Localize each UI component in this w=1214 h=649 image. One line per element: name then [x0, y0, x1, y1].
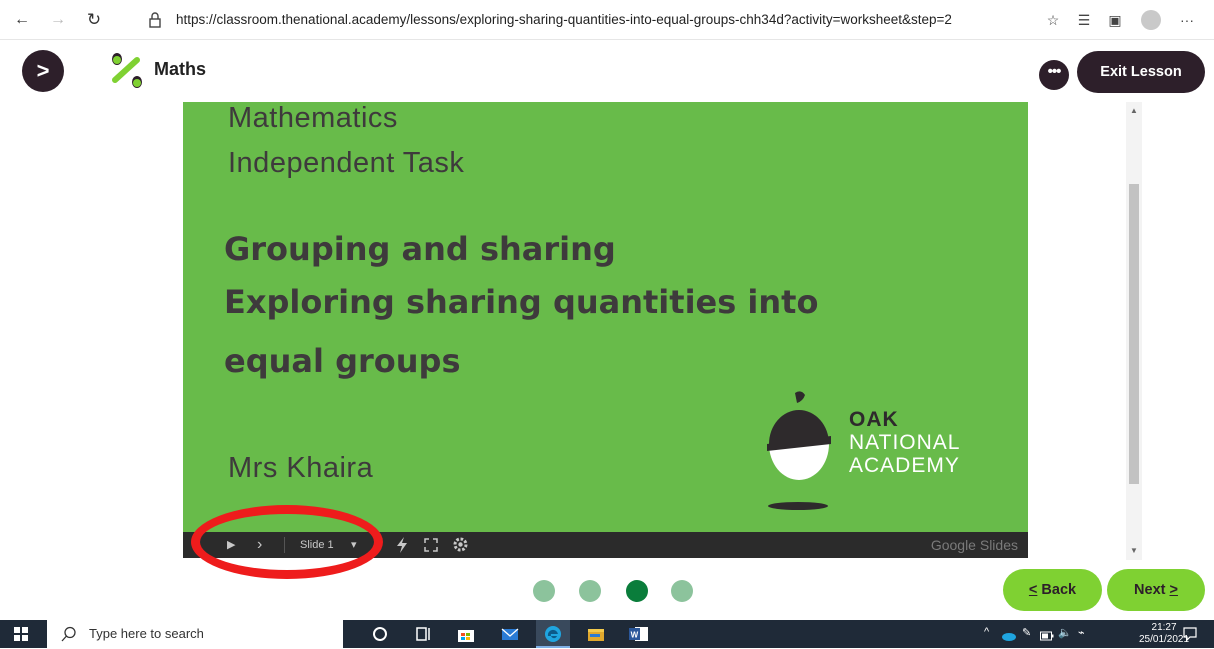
vertical-scrollbar[interactable]: ▲ ▼	[1126, 102, 1142, 560]
open-menu-button[interactable]: >	[22, 50, 64, 92]
chevron-right-icon: >	[1169, 582, 1178, 598]
pager-dot[interactable]	[579, 580, 601, 602]
windows-start-icon[interactable]	[14, 627, 28, 646]
windows-taskbar: Type here to search W ^ ✎ 🔈 ⌁ 21:27 25/0…	[0, 620, 1214, 648]
pager-dot[interactable]	[533, 580, 555, 602]
back-arrow-icon[interactable]: ←	[12, 10, 32, 30]
pager-dot[interactable]	[671, 580, 693, 602]
pen-icon[interactable]: ✎	[1022, 626, 1031, 639]
word-icon[interactable]: W	[628, 624, 648, 644]
cortana-icon[interactable]	[370, 624, 390, 644]
maths-subject-icon	[107, 48, 149, 90]
slide-teacher-name: Mrs Khaira	[228, 452, 374, 484]
onedrive-icon[interactable]	[1001, 628, 1017, 646]
chevron-left-icon: <	[1028, 582, 1038, 598]
gear-icon[interactable]	[452, 536, 469, 558]
refresh-icon[interactable]: ↻	[84, 10, 104, 30]
collections-icon[interactable]: ▣	[1106, 11, 1124, 29]
slide-title-line-1: Grouping and sharing	[224, 230, 616, 268]
scroll-thumb[interactable]	[1129, 184, 1139, 484]
settings-more-icon[interactable]: ···	[1178, 11, 1196, 29]
oak-academy-wordmark: OAK NATIONAL ACADEMY	[849, 408, 961, 477]
edge-browser-icon[interactable]	[543, 624, 563, 644]
slide-subject-line: Mathematics	[228, 102, 398, 134]
notifications-icon[interactable]	[1182, 626, 1198, 647]
mail-icon[interactable]	[500, 624, 520, 644]
file-explorer-icon[interactable]	[586, 624, 606, 644]
taskbar-search-box[interactable]: Type here to search	[47, 620, 343, 648]
scroll-down-icon[interactable]: ▼	[1130, 546, 1138, 555]
google-slides-brand: Google Slides	[930, 537, 1018, 553]
more-options-button[interactable]: •••	[1039, 60, 1069, 90]
next-button[interactable]: Next >	[1107, 569, 1205, 611]
oak-acorn-logo	[761, 389, 835, 522]
fullscreen-icon[interactable]	[424, 538, 438, 557]
chevron-up-icon[interactable]: ^	[984, 626, 989, 638]
slide-canvas: Mathematics Independent Task Grouping an…	[183, 102, 1028, 532]
red-highlight-ellipse	[191, 505, 383, 579]
favorite-star-icon[interactable]: ☆	[1044, 11, 1062, 29]
search-icon	[61, 626, 77, 647]
lock-icon	[148, 11, 162, 34]
slide-title-line-2: Exploring sharing quantities into	[224, 283, 819, 321]
address-bar[interactable]: https://classroom.thenational.academy/le…	[176, 12, 952, 27]
slide-title-line-3: equal groups	[224, 342, 461, 380]
svg-text:W: W	[631, 631, 639, 640]
exit-lesson-button[interactable]: Exit Lesson	[1077, 51, 1205, 93]
scroll-up-icon[interactable]: ▲	[1130, 106, 1138, 115]
battery-icon[interactable]	[1040, 628, 1054, 646]
profile-avatar-icon[interactable]	[1141, 10, 1161, 30]
volume-icon[interactable]: 🔈	[1058, 626, 1072, 639]
back-button[interactable]: < Back	[1003, 569, 1102, 611]
lightning-icon[interactable]	[395, 537, 409, 558]
network-icon[interactable]: ⌁	[1078, 626, 1085, 639]
forward-arrow-icon[interactable]: →	[48, 10, 68, 30]
subject-title: Maths	[154, 59, 207, 79]
slide-task-line: Independent Task	[228, 147, 465, 179]
pager-dot-active[interactable]	[626, 580, 648, 602]
favorites-list-icon[interactable]: ☰	[1075, 11, 1093, 29]
task-view-icon[interactable]	[414, 624, 434, 644]
store-icon[interactable]	[456, 624, 476, 644]
browser-toolbar: ← → ↻ https://classroom.thenational.acad…	[0, 0, 1214, 40]
search-placeholder: Type here to search	[89, 626, 204, 641]
